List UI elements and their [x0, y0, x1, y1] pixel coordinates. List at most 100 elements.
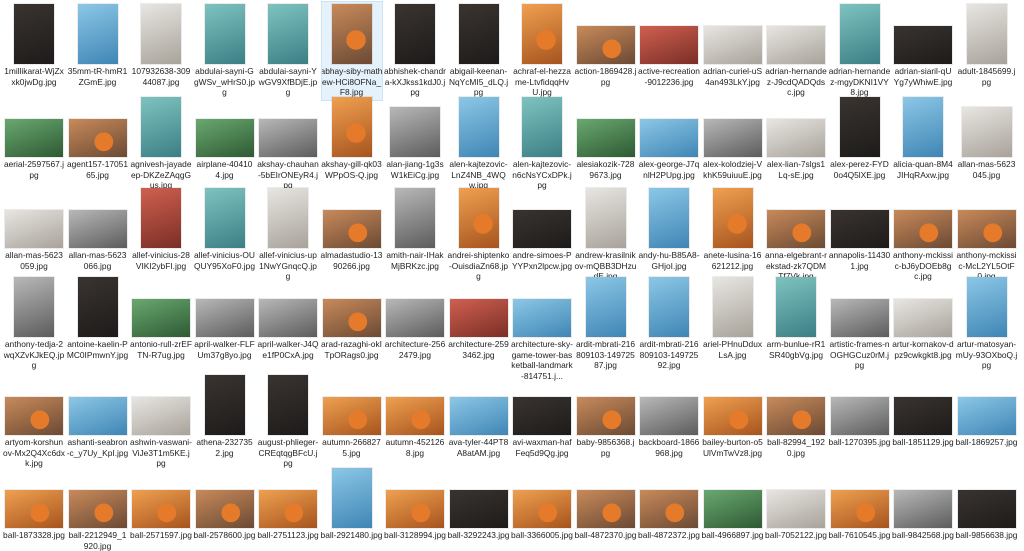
file-item[interactable]: adrian-curiel-uS4an493LkY.jpg — [703, 2, 763, 87]
file-item[interactable]: autumn-2668275.jpg — [322, 373, 382, 458]
file-item[interactable]: anthony-tedja-2wqXZvKJkEQ.jpg — [4, 275, 64, 371]
file-item[interactable]: alicia-quan-8M4JIHqRAxw.jpg — [893, 95, 953, 180]
file-item[interactable]: ball-4872370.jpg — [575, 466, 636, 541]
file-item[interactable]: artistic-frames-nOGHGCuz0rM.jpg — [829, 275, 890, 371]
file-item[interactable]: amith-nair-IHakMjBRKzc.jpg — [385, 186, 445, 271]
file-item[interactable]: architecture-sky-game-tower-basketball-l… — [511, 275, 573, 381]
file-item[interactable]: ball-2571597.jpg — [130, 466, 192, 541]
file-item[interactable]: ball-4872372.jpg — [638, 466, 700, 541]
file-item[interactable]: ariel-PHnuDduxLsA.jpg — [703, 275, 763, 360]
file-item[interactable]: action-1869428.jpg — [575, 2, 636, 87]
thumbnail-frame — [4, 373, 64, 435]
file-item[interactable]: ardit-mbrati-216809103-14972587.jpg — [576, 275, 636, 371]
file-item[interactable]: ball-2751123.jpg — [257, 466, 319, 541]
file-item[interactable]: adrian-siaril-qUYg7yWhiwE.jpg — [893, 2, 953, 87]
file-item[interactable]: ball-3292243.jpg — [448, 466, 509, 541]
file-item[interactable]: abhishek-chandra-kXJkss1kdJ0.jpg — [384, 2, 446, 98]
file-item[interactable]: ball-82994_1920.jpg — [766, 373, 826, 458]
file-item[interactable]: antoine-kaelin-PMC0IPmwnY.jpg — [67, 275, 128, 360]
file-item[interactable]: alex-kolodziej-VkhK59uiuuE.jpg — [703, 95, 763, 180]
file-item[interactable]: allan-mas-5623059.jpg — [4, 186, 64, 271]
file-item[interactable]: andre-simoes-PYYPxn2lpcw.jpg — [512, 186, 572, 271]
file-item[interactable]: avi-waxman-hafFeq5d9Qg.jpg — [512, 373, 572, 458]
file-item[interactable]: ball-1869257.jpg — [956, 373, 1017, 448]
file-item[interactable]: ashanti-seabron-c_y7Uy_KpI.jpg — [67, 373, 128, 458]
file-item[interactable]: agnivesh-jayadeep-DKZeZAqgGus.jpg — [131, 95, 192, 191]
file-item[interactable]: agent157-1705165.jpg — [67, 95, 128, 180]
file-item[interactable]: andy-hu-B85A8-GHjoI.jpg — [639, 186, 700, 271]
file-item[interactable]: ardit-mbrati-216809103-14972592.jpg — [639, 275, 699, 371]
file-item[interactable]: ball-1851129.jpg — [892, 373, 954, 448]
file-item[interactable]: ball-1270395.jpg — [829, 373, 890, 448]
file-item[interactable]: abdulai-sayni-YwGV9XfBDjE.jpg — [258, 2, 318, 98]
file-item[interactable]: ball-3366005.jpg — [511, 466, 573, 541]
file-item[interactable]: 35mm-tR-hmR1ZGmE.jpg — [68, 2, 128, 87]
file-item[interactable]: backboard-1866968.jpg — [639, 373, 699, 458]
file-item[interactable]: ball-1873328.jpg — [3, 466, 65, 541]
file-item[interactable]: architecture-2593462.jpg — [448, 275, 509, 360]
file-item[interactable]: antonio-rull-zrEFTN-R7ug.jpg — [130, 275, 192, 360]
file-item[interactable]: airplane-404104.jpg — [195, 95, 255, 180]
file-item[interactable]: almadastudio-1390266.jpg — [321, 186, 382, 271]
file-item[interactable]: aerial-2597567.jpg — [4, 95, 64, 180]
file-item[interactable]: adult-1845699.jpg — [957, 2, 1017, 87]
file-item[interactable]: arad-razaghi-okITpORags0.jpg — [321, 275, 382, 360]
file-item[interactable]: 1millikarat-WjZxxk0jwDg.jpg — [4, 2, 64, 87]
file-item[interactable]: ball-2578600.jpg — [194, 466, 255, 541]
file-item[interactable]: ball-2921480.jpg — [321, 466, 382, 541]
file-item[interactable]: abhay-siby-mathew-HCi8OFNa_F8.jpg — [320, 1, 383, 101]
file-item[interactable]: architecture-2562479.jpg — [385, 275, 445, 360]
image-thumbnail — [767, 26, 825, 64]
file-item[interactable]: allef-vinicius-28VIKI2ybFI.jpg — [131, 186, 191, 271]
file-item[interactable]: ball-7610545.jpg — [829, 466, 890, 541]
file-item[interactable]: ashwin-vaswani-ViJe3T1m5KE.jpg — [130, 373, 192, 469]
file-item[interactable]: active-recreation-9012236.jpg — [638, 2, 700, 87]
file-item[interactable]: august-phlieger-CREqtqgBFcU.jpg — [258, 373, 318, 469]
file-item[interactable]: andrei-shiptenko-OuisdiaZn68.jpg — [448, 186, 509, 282]
file-name-label: ball-7052122.jpg — [765, 530, 827, 540]
file-name-label: autumn-4521268.jpg — [385, 437, 445, 458]
file-item[interactable]: alex-lian-7slgs1Lq-sE.jpg — [766, 95, 826, 180]
file-item[interactable]: achraf-el-hezzame-LtvfidqqHvU.jpg — [512, 2, 572, 98]
file-item[interactable]: artyom-korshunov-Mx2Q4Xc6dxk.jpg — [3, 373, 65, 469]
file-item[interactable]: alan-jiang-1g3sW1kEiCg.jpg — [385, 95, 445, 180]
file-item[interactable]: allan-mas-5623045.jpg — [957, 95, 1017, 180]
file-item[interactable]: anthony-mckissic-bJ6yDOEb8gc.jpg — [893, 186, 953, 282]
file-item[interactable]: ball-9856638.jpg — [956, 466, 1017, 541]
file-item[interactable]: abigail-keenan-NqYcMI5_dLQ.jpg — [449, 2, 509, 98]
file-item[interactable]: akshay-chauhan-5bEIrONEyR4.jpg — [257, 95, 319, 191]
file-item[interactable]: ava-tyler-44PT8A8atAM.jpg — [449, 373, 509, 458]
file-item[interactable]: andrew-krasilnikov-mQBB3DHzudE.jpg — [575, 186, 636, 282]
file-item[interactable]: ball-4966897.jpg — [702, 466, 763, 541]
file-item[interactable]: ball-2212949_1920.jpg — [68, 466, 128, 551]
file-item[interactable]: autumn-4521268.jpg — [385, 373, 445, 458]
file-item[interactable]: artur-kornakov-dpz9cwkgkt8.jpg — [892, 275, 954, 360]
file-item[interactable]: adrian-hernandez-J9cdQADQdsc.jpg — [765, 2, 827, 98]
file-item[interactable]: adrian-hernandez-mgyDKNI1VY8.jpg — [829, 2, 890, 98]
file-item[interactable]: ball-9842568.jpg — [892, 466, 954, 541]
file-item[interactable]: anthony-mckissic-McL2YL5OtF0.jpg — [956, 186, 1017, 282]
file-item[interactable]: abdulai-sayni-GgWSv_wHrS0.jpg — [194, 2, 255, 98]
file-item[interactable]: allef-vinicius-up1NwYGnqcQ.jpg — [258, 186, 318, 282]
file-item[interactable]: alex-george-J7qnlH2PUpg.jpg — [639, 95, 699, 180]
file-item[interactable]: akshay-gill-qk03WPpOS-Q.jpg — [321, 95, 382, 180]
file-item[interactable]: alex-perez-FYD0o4Q5lXE.jpg — [830, 95, 890, 180]
file-item[interactable]: ball-3128994.jpg — [384, 466, 446, 541]
file-item[interactable]: anna-elgebrant-rekstad-zk7QDMTf7Vk.jpg — [765, 186, 827, 282]
file-item[interactable]: allan-mas-5623066.jpg — [68, 186, 128, 271]
file-item[interactable]: alesiakozik-7289673.jpg — [576, 95, 636, 180]
file-item[interactable]: baby-9856368.jpg — [576, 373, 636, 458]
file-item[interactable]: april-walker-FLFUm37g8yo.jpg — [194, 275, 255, 360]
file-item[interactable]: artur-matosyan-mUy-93OXboQ.jpg — [956, 275, 1017, 371]
file-item[interactable]: bailey-burton-o5UlVmTwVz8.jpg — [702, 373, 763, 458]
file-item[interactable]: 107932638-30944087.jpg — [131, 2, 191, 87]
file-item[interactable]: athena-2327352.jpg — [195, 373, 255, 458]
file-item[interactable]: alen-kajtezovic-n6cNsYCxDPk.jpg — [512, 95, 572, 191]
file-item[interactable]: april-walker-J4Qe1fP0CxA.jpg — [258, 275, 318, 360]
file-item[interactable]: anete-lusina-16621212.jpg — [703, 186, 763, 271]
file-item[interactable]: allef-vinicius-OUQUY95XoF0.jpg — [194, 186, 255, 271]
file-item[interactable]: ball-7052122.jpg — [765, 466, 827, 541]
file-item[interactable]: arm-bunlue-rR1SR40gbVg.jpg — [766, 275, 826, 360]
file-item[interactable]: alen-kajtezovic-LnZ4NB_4WQw.jpg — [449, 95, 509, 191]
file-item[interactable]: annapolis-114301.jpg — [829, 186, 890, 271]
